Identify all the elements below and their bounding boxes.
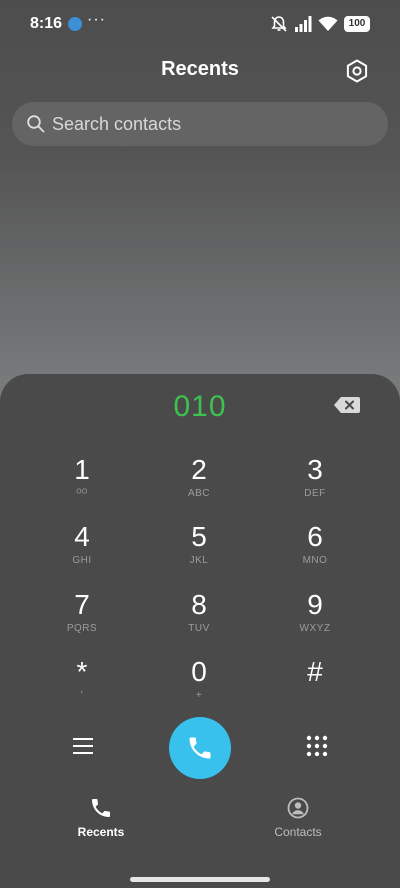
dialpad-toggle-button[interactable] (305, 734, 329, 758)
nav-tab-recents[interactable]: Recents (51, 796, 151, 839)
home-indicator[interactable] (130, 877, 270, 882)
settings-button[interactable] (342, 56, 372, 86)
page-title: Recents (161, 58, 239, 80)
person-icon (287, 797, 309, 819)
key-digit: 5 (191, 521, 207, 552)
phone-icon (92, 799, 110, 817)
gear-icon (346, 59, 368, 83)
status-icons: 100 (270, 14, 370, 34)
key-digit: 7 (74, 589, 90, 620)
key-digit: * (76, 656, 88, 687)
key-letters: ' (80, 690, 84, 701)
key-letters: + (195, 690, 203, 701)
key-1[interactable]: 1 ᴼᴼ (37, 454, 127, 514)
key-0[interactable]: 0 + (154, 656, 244, 716)
backspace-button[interactable] (333, 395, 361, 415)
key-5[interactable]: 5 JKL (154, 521, 244, 581)
menu-button[interactable] (70, 733, 96, 759)
key-digit: 1 (74, 454, 90, 485)
key-letters: TUV (188, 623, 210, 634)
wifi-icon (318, 16, 338, 31)
nav-label: Contacts (274, 825, 322, 839)
status-bar: 8:16 ··· 100 (0, 0, 400, 50)
voicemail-icon: ᴼᴼ (76, 488, 88, 499)
search-input[interactable] (52, 102, 372, 146)
key-8[interactable]: 8 TUV (154, 589, 244, 649)
key-digit: 6 (307, 521, 323, 552)
key-digit: 9 (307, 589, 323, 620)
key-4[interactable]: 4 GHI (37, 521, 127, 581)
key-6[interactable]: 6 MNO (270, 521, 360, 581)
key-letters: WXYZ (299, 623, 331, 634)
status-time: 8:16 (30, 15, 63, 32)
more-notifications-indicator: ··· (87, 11, 106, 28)
key-letters: MNO (302, 555, 328, 566)
key-digit: 4 (74, 521, 90, 552)
nav-label: Recents (77, 825, 125, 839)
menu-icon (73, 738, 93, 754)
notification-app-icon (68, 17, 82, 31)
key-letters: GHI (72, 555, 92, 566)
call-button[interactable] (169, 717, 231, 779)
key-digit: 0 (191, 656, 207, 687)
nav-tab-contacts[interactable]: Contacts (248, 796, 348, 839)
dialpad-icon (306, 735, 328, 757)
key-digit: 2 (191, 454, 207, 485)
key-letters: PQRS (66, 623, 98, 634)
mute-icon (271, 16, 287, 32)
backspace-icon (334, 397, 360, 413)
key-7[interactable]: 7 PQRS (37, 589, 127, 649)
key-digit: 3 (307, 454, 323, 485)
key-2[interactable]: 2 ABC (154, 454, 244, 514)
battery-indicator: 100 (344, 16, 370, 32)
phone-icon (189, 737, 211, 759)
key-letters: ABC (187, 488, 211, 499)
signal-icon (295, 16, 312, 32)
search-icon (27, 115, 45, 133)
key-digit: 8 (191, 589, 207, 620)
key-letters: DEF (304, 488, 326, 499)
key-3[interactable]: 3 DEF (270, 454, 360, 514)
key-letters: JKL (189, 555, 209, 566)
key-digit: # (307, 656, 323, 687)
key-star[interactable]: * ' (37, 656, 127, 716)
search-bar[interactable] (12, 102, 388, 146)
key-9[interactable]: 9 WXYZ (270, 589, 360, 649)
key-hash[interactable]: # (270, 656, 360, 716)
